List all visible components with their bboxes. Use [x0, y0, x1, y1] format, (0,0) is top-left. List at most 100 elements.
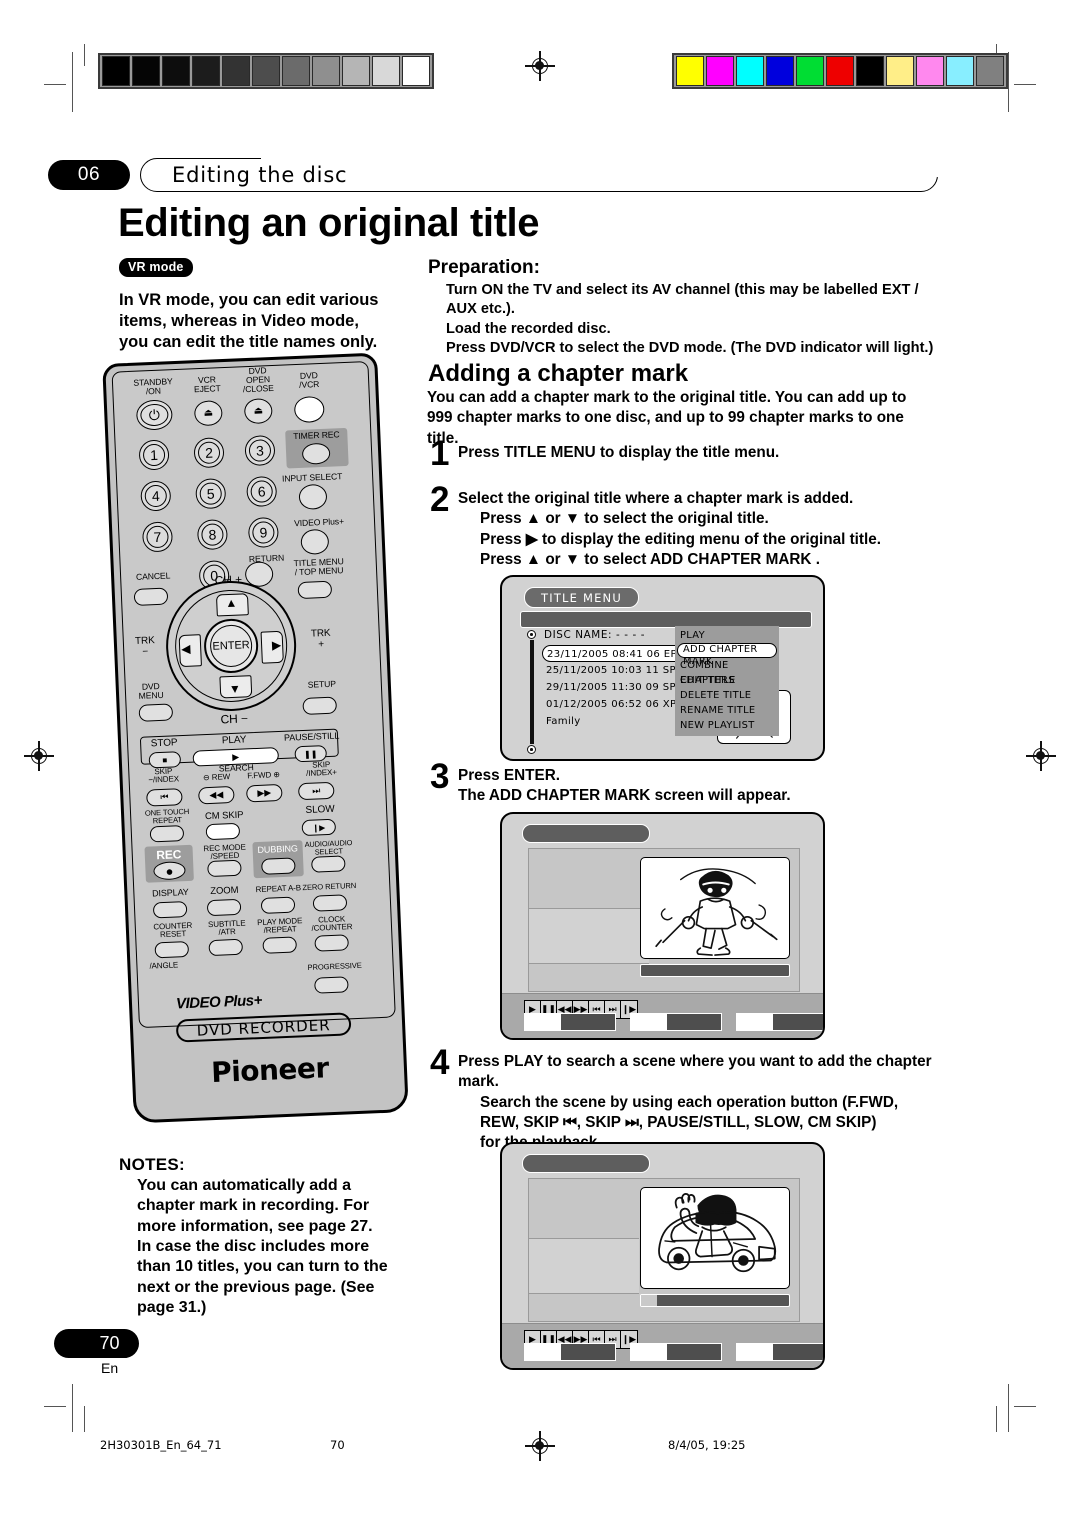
label-zoom: ZOOM — [210, 884, 239, 898]
page-number-badge: 70 — [54, 1329, 139, 1358]
player-footer: ▶ ❚❚ ◀◀ ▶▶ ⏮ ⏭ ❙▶ — [502, 1323, 823, 1368]
title-menu-button[interactable] — [297, 580, 333, 600]
counter-reset-button[interactable] — [154, 940, 190, 959]
page-language-label: En — [101, 1360, 119, 1376]
skier-illustration-icon — [655, 868, 778, 956]
dubbing-button[interactable] — [261, 857, 296, 875]
zero-return-button[interactable] — [312, 894, 348, 912]
step-4-main: Press PLAY to search a scene where you w… — [458, 1053, 932, 1091]
menu-item-delete-title[interactable]: DELETE TITLE — [675, 688, 779, 703]
video-plus-logo: VIDEO Plus+ — [175, 991, 263, 1013]
one-touch-repeat-button[interactable] — [149, 825, 185, 843]
skip-back-button[interactable]: ⏮ — [146, 788, 183, 807]
footer-slots — [524, 1343, 823, 1361]
progress-bar[interactable] — [640, 964, 790, 977]
label-stop: STOP — [150, 737, 178, 750]
subtitle-atr-button[interactable] — [208, 938, 244, 957]
menu-item-new-playlist[interactable]: NEW PLAYLIST — [675, 718, 779, 733]
cm-skip-button[interactable] — [205, 822, 241, 841]
color-swatch-3 — [766, 56, 794, 86]
chapter-number-badge: 06 — [48, 160, 130, 190]
scroll-up-icon[interactable] — [527, 630, 536, 639]
rew-button[interactable]: ◀◀ — [198, 785, 235, 805]
label-cm-skip: CM SKIP — [204, 809, 244, 823]
scroll-down-icon[interactable] — [527, 745, 536, 754]
repeat-ab-button[interactable] — [260, 896, 296, 914]
step-4-number: 4 — [430, 1043, 450, 1082]
color-swatch-0 — [676, 56, 704, 86]
color-swatch-1 — [706, 56, 734, 86]
chapter-title: Editing the disc — [172, 163, 348, 187]
scrollbar-track — [529, 640, 534, 744]
title-menu-scrollbar[interactable] — [527, 630, 536, 754]
label-standby-on: STANDBY /ON — [133, 376, 173, 397]
play-mode-repeat-button[interactable] — [262, 936, 298, 954]
registration-target-right — [1024, 739, 1058, 773]
menu-item-play[interactable]: PLAY — [675, 628, 779, 643]
screen-title-pill — [522, 824, 650, 843]
zoom-button[interactable] — [206, 898, 242, 917]
dpad-left-arrow-icon: ◀ — [180, 641, 191, 657]
car-driver-illustration-icon — [658, 1192, 777, 1273]
footer-slot — [630, 1013, 722, 1031]
registration-target-left — [22, 739, 56, 773]
title-menu-screen: TITLE MENU DISC NAME: - - - - 23/11/2005… — [500, 575, 825, 761]
label-audio-select: AUDIO/AUDIO SELECT — [304, 838, 353, 857]
step-4-sub-1: Search the scene by using each operation… — [480, 1093, 899, 1111]
label-vcr-eject: VCR EJECT — [193, 374, 221, 395]
notes-heading: NOTES: — [119, 1155, 186, 1174]
audio-select-button[interactable] — [311, 855, 346, 873]
menu-item-add-chapter-mark[interactable]: ADD CHAPTER MARK — [677, 643, 777, 667]
grayscale-swatch-6 — [282, 56, 310, 86]
left-intro-text: In VR mode, you can edit various items, … — [119, 291, 379, 352]
color-calibration-bar — [672, 53, 1008, 89]
color-swatch-4 — [796, 56, 824, 86]
label-rec: REC — [155, 847, 182, 863]
color-swatch-7 — [886, 56, 914, 86]
label-slow: SLOW — [305, 803, 335, 816]
video-preview — [640, 857, 790, 959]
crop-mark-top-left — [44, 44, 90, 112]
title-menu-pill: TITLE MENU — [524, 587, 639, 608]
label-setup: SETUP — [307, 678, 337, 690]
grayscale-swatch-9 — [372, 56, 400, 86]
step-2-sub-1: Press ▲ or ▼ to select the original titl… — [480, 510, 769, 528]
step-3-main: Press ENTER. — [458, 767, 561, 784]
section-intro: You can add a chapter mark to the origin… — [427, 389, 907, 447]
page-title: Editing an original title — [118, 201, 540, 245]
progressive-button[interactable] — [314, 976, 349, 994]
grayscale-swatch-7 — [312, 56, 340, 86]
ffwd-button[interactable]: ▶▶ — [245, 783, 283, 803]
setup-button[interactable] — [302, 696, 338, 715]
grayscale-swatch-4 — [222, 56, 250, 86]
grayscale-calibration-bar — [98, 53, 434, 89]
menu-item-rename-title[interactable]: RENAME TITLE — [675, 703, 779, 718]
section-heading: Adding a chapter mark — [428, 360, 689, 387]
footer-file-code: 2H30301B_En_64_71 — [100, 1438, 222, 1452]
rec-mode-button[interactable] — [207, 859, 242, 878]
display-button[interactable] — [152, 901, 188, 919]
step-2-text: Select the original title where a chapte… — [458, 489, 958, 570]
label-dvd-menu: DVD MENU — [138, 680, 164, 701]
label-trk-plus: TRK + — [310, 627, 331, 650]
video-preview — [640, 1187, 790, 1289]
label-ch-minus: CH − — [220, 711, 249, 727]
dvd-menu-button[interactable] — [138, 703, 174, 722]
notes-body: You can automatically add a chapter mark… — [137, 1177, 388, 1316]
registration-target-bottom — [523, 1429, 557, 1463]
footer-slots — [524, 1013, 823, 1031]
menu-item-combine-chapters[interactable]: COMBINE CHAPTERS — [675, 658, 779, 686]
preparation-body: Turn ON the TV and select its AV channel… — [446, 282, 934, 357]
skip-forward-button[interactable]: ⏭ — [297, 781, 335, 801]
player-panel — [528, 848, 800, 992]
dpad-right-arrow-icon: ▶ — [271, 637, 282, 653]
step-4-sub-2: REW, SKIP ⏮, SKIP ⏭, PAUSE/STILL, SLOW, … — [480, 1114, 877, 1132]
step-1-text: Press TITLE MENU to display the title me… — [458, 444, 780, 461]
slow-button[interactable]: ❙▶ — [301, 818, 337, 837]
step-1-number: 1 — [430, 434, 450, 473]
cancel-button[interactable] — [133, 587, 169, 606]
player-panel — [528, 1178, 800, 1322]
clock-counter-button[interactable] — [314, 934, 349, 952]
progress-bar[interactable] — [640, 1294, 790, 1307]
menu-item-edit-title[interactable]: EDIT TITLE — [675, 673, 779, 688]
